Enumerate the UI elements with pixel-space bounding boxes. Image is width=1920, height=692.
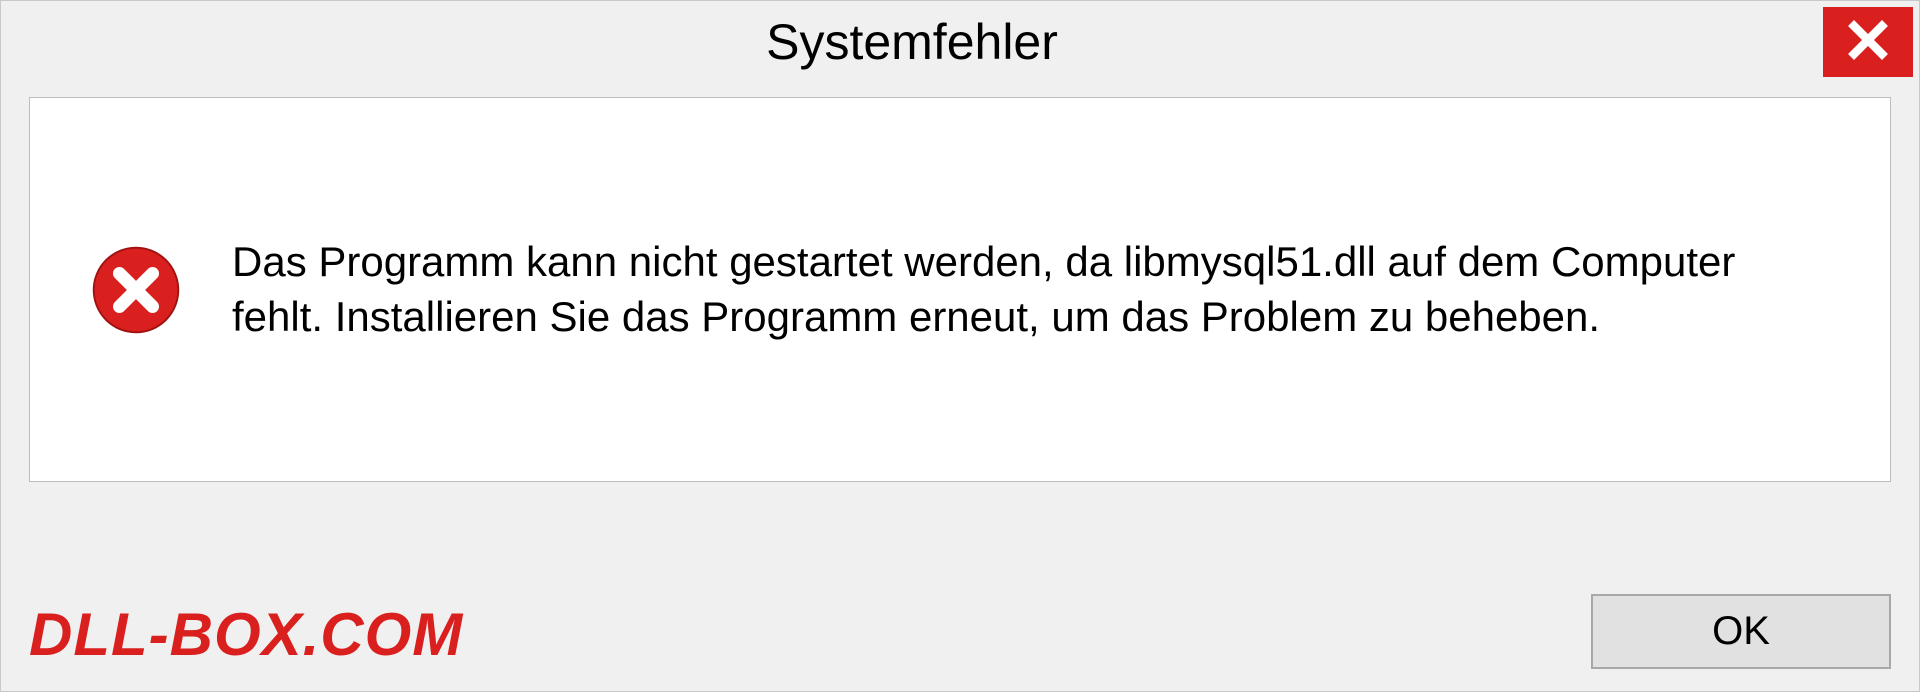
error-message: Das Programm kann nicht gestartet werden… [232, 235, 1830, 344]
dialog-title: Systemfehler [1, 1, 1823, 71]
ok-button[interactable]: OK [1591, 594, 1891, 669]
footer: DLL-BOX.COM OK [29, 594, 1891, 669]
watermark-text: DLL-BOX.COM [29, 600, 463, 669]
close-button[interactable] [1823, 7, 1913, 77]
error-icon [90, 244, 182, 336]
error-dialog: Systemfehler Das Programm kann nicht ges… [0, 0, 1920, 692]
content-box: Das Programm kann nicht gestartet werden… [29, 97, 1891, 482]
ok-button-label: OK [1712, 609, 1770, 654]
close-icon [1844, 16, 1892, 69]
title-bar: Systemfehler [1, 1, 1919, 89]
